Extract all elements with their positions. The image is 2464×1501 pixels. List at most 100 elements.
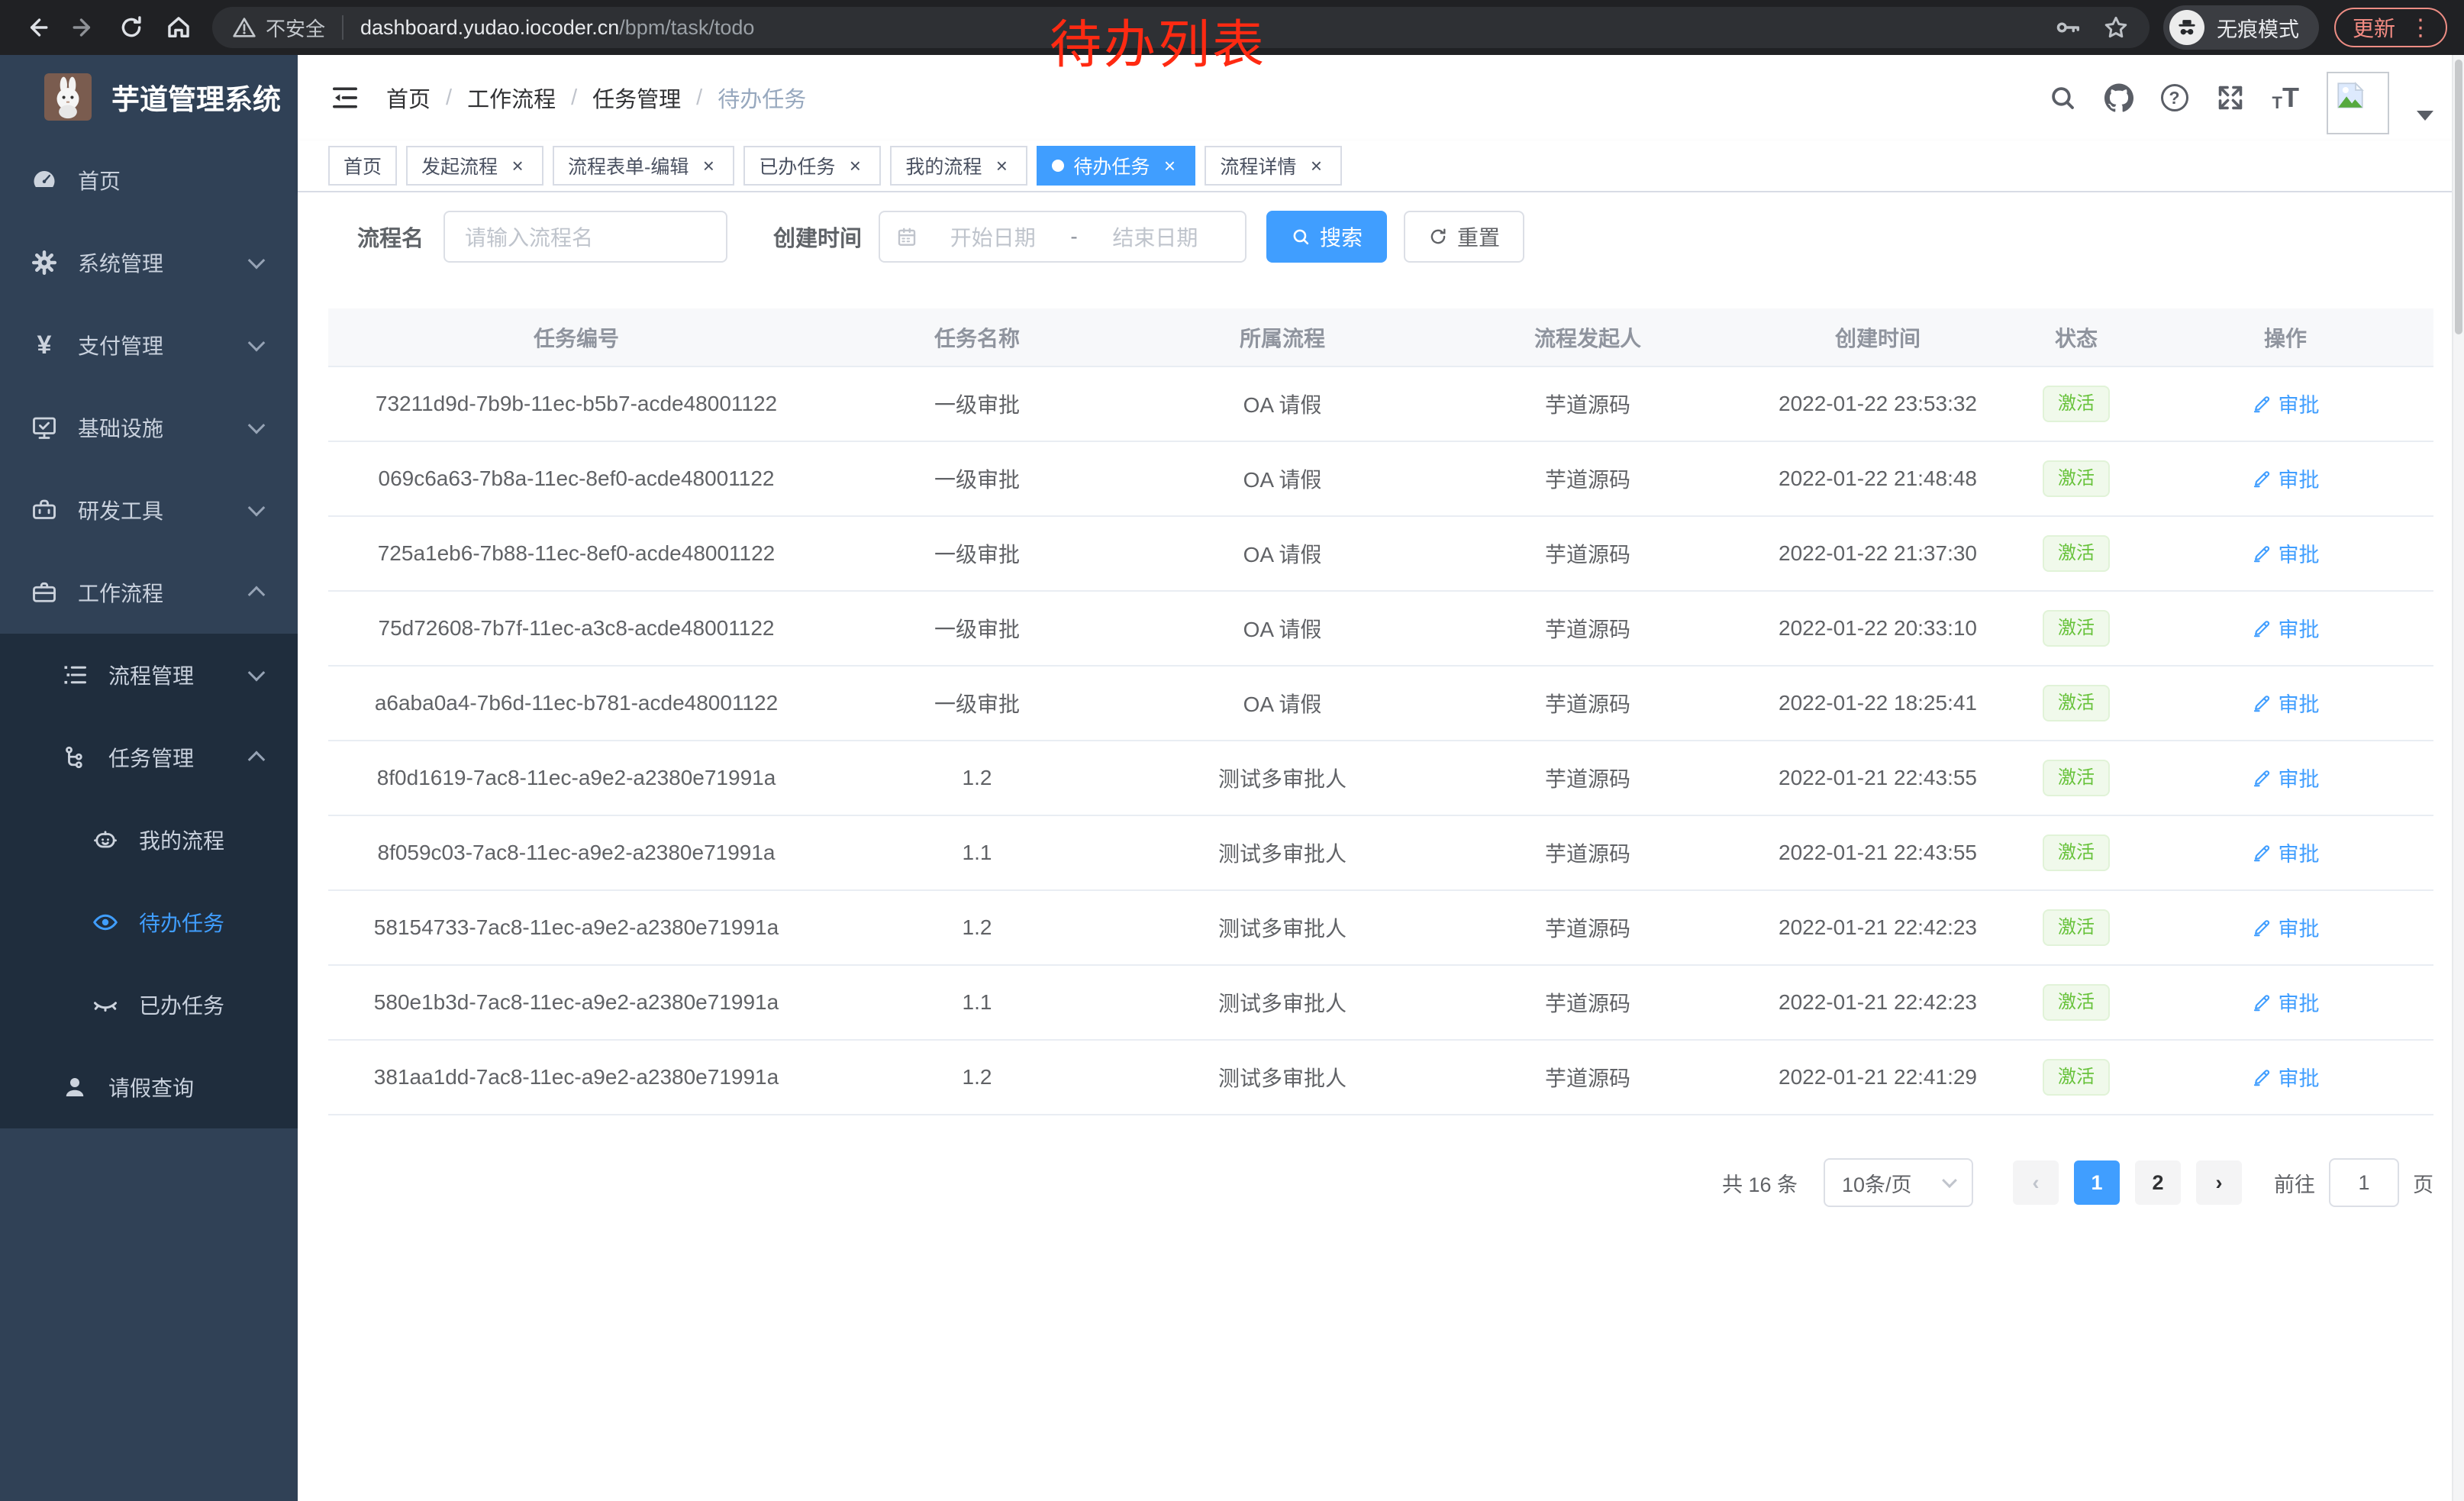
col-actions: 操作 [2137,308,2433,366]
scrollbar[interactable] [2452,55,2464,1501]
fullscreen-icon[interactable] [2216,83,2245,112]
sidebar-item-home[interactable]: 首页 [0,139,298,221]
approve-link[interactable]: 审批 [2252,838,2320,867]
cell-task-id: 8f059c03-7ac8-11ec-a9e2-a2380e71991a [328,815,824,890]
cell-task-name: 1.1 [824,815,1130,890]
cell-created: 2022-01-21 22:42:23 [1740,890,2015,965]
approve-link[interactable]: 审批 [2252,538,2320,568]
bookmark-star-icon[interactable] [2102,14,2130,41]
avatar-dropdown-caret-icon[interactable] [2417,111,2433,121]
close-icon[interactable]: × [507,155,528,176]
breadcrumb-current: 待办任务 [718,82,806,114]
tab-start-process[interactable]: 发起流程× [406,146,543,186]
approve-link[interactable]: 审批 [2252,688,2320,718]
avatar[interactable] [2327,72,2389,134]
sidebar-item-workflow[interactable]: 工作流程 [0,551,298,634]
next-page-button[interactable]: › [2196,1160,2242,1205]
approve-link[interactable]: 审批 [2252,463,2320,493]
back-icon[interactable] [17,8,56,47]
sidebar-item-infra[interactable]: 基础设施 [0,386,298,469]
chevron-up-icon [248,586,266,604]
close-icon[interactable]: × [1305,155,1327,176]
eye-closed-icon [92,991,119,1018]
sidebar-item-label: 任务管理 [108,742,194,773]
search-icon[interactable] [2048,83,2077,112]
sidebar-item-label: 研发工具 [78,495,163,525]
date-range-input[interactable]: 开始日期 - 结束日期 [879,211,1247,263]
tab-my-process[interactable]: 我的流程× [890,146,1027,186]
prev-page-button[interactable]: ‹ [2013,1160,2059,1205]
process-name-label: 流程名 [357,221,424,253]
page-button-1[interactable]: 1 [2074,1160,2120,1205]
page-button-2[interactable]: 2 [2135,1160,2181,1205]
tab-form-edit[interactable]: 流程表单-编辑× [553,146,734,186]
tab-process-detail[interactable]: 流程详情× [1205,146,1342,186]
reload-icon[interactable] [111,8,151,47]
sidebar-item-process-mgmt[interactable]: 流程管理 [0,634,298,716]
password-key-icon[interactable] [2053,14,2081,41]
url-text[interactable]: dashboard.yudao.iocoder.cn/bpm/task/todo [360,16,754,40]
help-icon[interactable]: ? [2161,84,2188,111]
breadcrumb-home[interactable]: 首页 [386,82,431,114]
end-date-placeholder[interactable]: 结束日期 [1081,221,1230,252]
breadcrumb-workflow[interactable]: 工作流程 [467,82,556,114]
cell-created: 2022-01-21 22:43:55 [1740,815,2015,890]
approve-link[interactable]: 审批 [2252,763,2320,792]
app-logo[interactable]: 芋道管理系统 [0,55,298,139]
update-label: 更新 [2353,12,2395,43]
table-header-row: 任务编号 任务名称 所属流程 流程发起人 创建时间 状态 操作 [328,308,2433,366]
cell-process: OA 请假 [1130,366,1435,441]
reset-button[interactable]: 重置 [1404,211,1524,263]
close-icon[interactable]: × [991,155,1012,176]
breadcrumb-task-mgmt[interactable]: 任务管理 [592,82,681,114]
col-task-name: 任务名称 [824,308,1130,366]
cell-status: 激活 [2015,1040,2137,1115]
process-name-input[interactable]: 请输入流程名 [443,211,727,263]
github-icon[interactable] [2104,83,2133,112]
sidebar-item-done-tasks[interactable]: 已办任务 [0,964,298,1046]
security-warning-icon[interactable] [232,15,256,40]
approve-link[interactable]: 审批 [2252,389,2320,418]
tab-todo-tasks[interactable]: 待办任务× [1037,146,1195,186]
briefcase-icon [31,579,58,606]
forward-icon[interactable] [64,8,104,47]
sidebar-item-task-mgmt[interactable]: 任务管理 [0,716,298,799]
url-bar[interactable]: 不安全 dashboard.yudao.iocoder.cn/bpm/task/… [212,7,2150,48]
tab-home[interactable]: 首页 [328,146,397,186]
search-button[interactable]: 搜索 [1266,211,1387,263]
sidebar-fold-icon[interactable] [328,81,362,115]
col-created: 创建时间 [1740,308,2015,366]
sidebar-item-devtools[interactable]: 研发工具 [0,469,298,551]
goto-page-input[interactable]: 1 [2329,1158,2399,1207]
approve-link[interactable]: 审批 [2252,1062,2320,1092]
browser-menu-icon[interactable]: ⋮ [2409,15,2433,41]
approve-link[interactable]: 审批 [2252,613,2320,643]
sidebar-item-system[interactable]: 系统管理 [0,221,298,304]
status-badge: 激活 [2043,834,2110,872]
workflow-submenu: 流程管理 任务管理 我的流程 [0,634,298,1128]
edit-pencil-icon [2252,842,2272,863]
close-icon[interactable]: × [698,155,719,176]
close-icon[interactable]: × [844,155,866,176]
tab-done-tasks[interactable]: 已办任务× [743,146,881,186]
approve-link[interactable]: 审批 [2252,912,2320,942]
close-icon[interactable]: × [1159,155,1180,176]
approve-link[interactable]: 审批 [2252,987,2320,1017]
start-date-placeholder[interactable]: 开始日期 [918,221,1067,252]
browser-update-button[interactable]: 更新 ⋮ [2334,8,2447,47]
cell-process: 测试多审批人 [1130,965,1435,1040]
cell-task-id: 8f0d1619-7ac8-11ec-a9e2-a2380e71991a [328,741,824,815]
incognito-icon [2169,10,2204,45]
sidebar-item-leave-query[interactable]: 请假查询 [0,1046,298,1128]
edit-pencil-icon [2252,618,2272,638]
sidebar-item-todo-tasks[interactable]: 待办任务 [0,881,298,964]
font-size-icon[interactable]: TT [2272,84,2299,111]
cell-created: 2022-01-22 21:37:30 [1740,516,2015,591]
scrollbar-thumb[interactable] [2455,60,2462,334]
sidebar-item-my-process[interactable]: 我的流程 [0,799,298,881]
sidebar-item-payment[interactable]: ¥ 支付管理 [0,304,298,386]
home-icon[interactable] [159,8,198,47]
monitor-icon [31,414,58,441]
page-size-select[interactable]: 10条/页 [1824,1158,1973,1207]
edit-pencil-icon [2252,767,2272,788]
